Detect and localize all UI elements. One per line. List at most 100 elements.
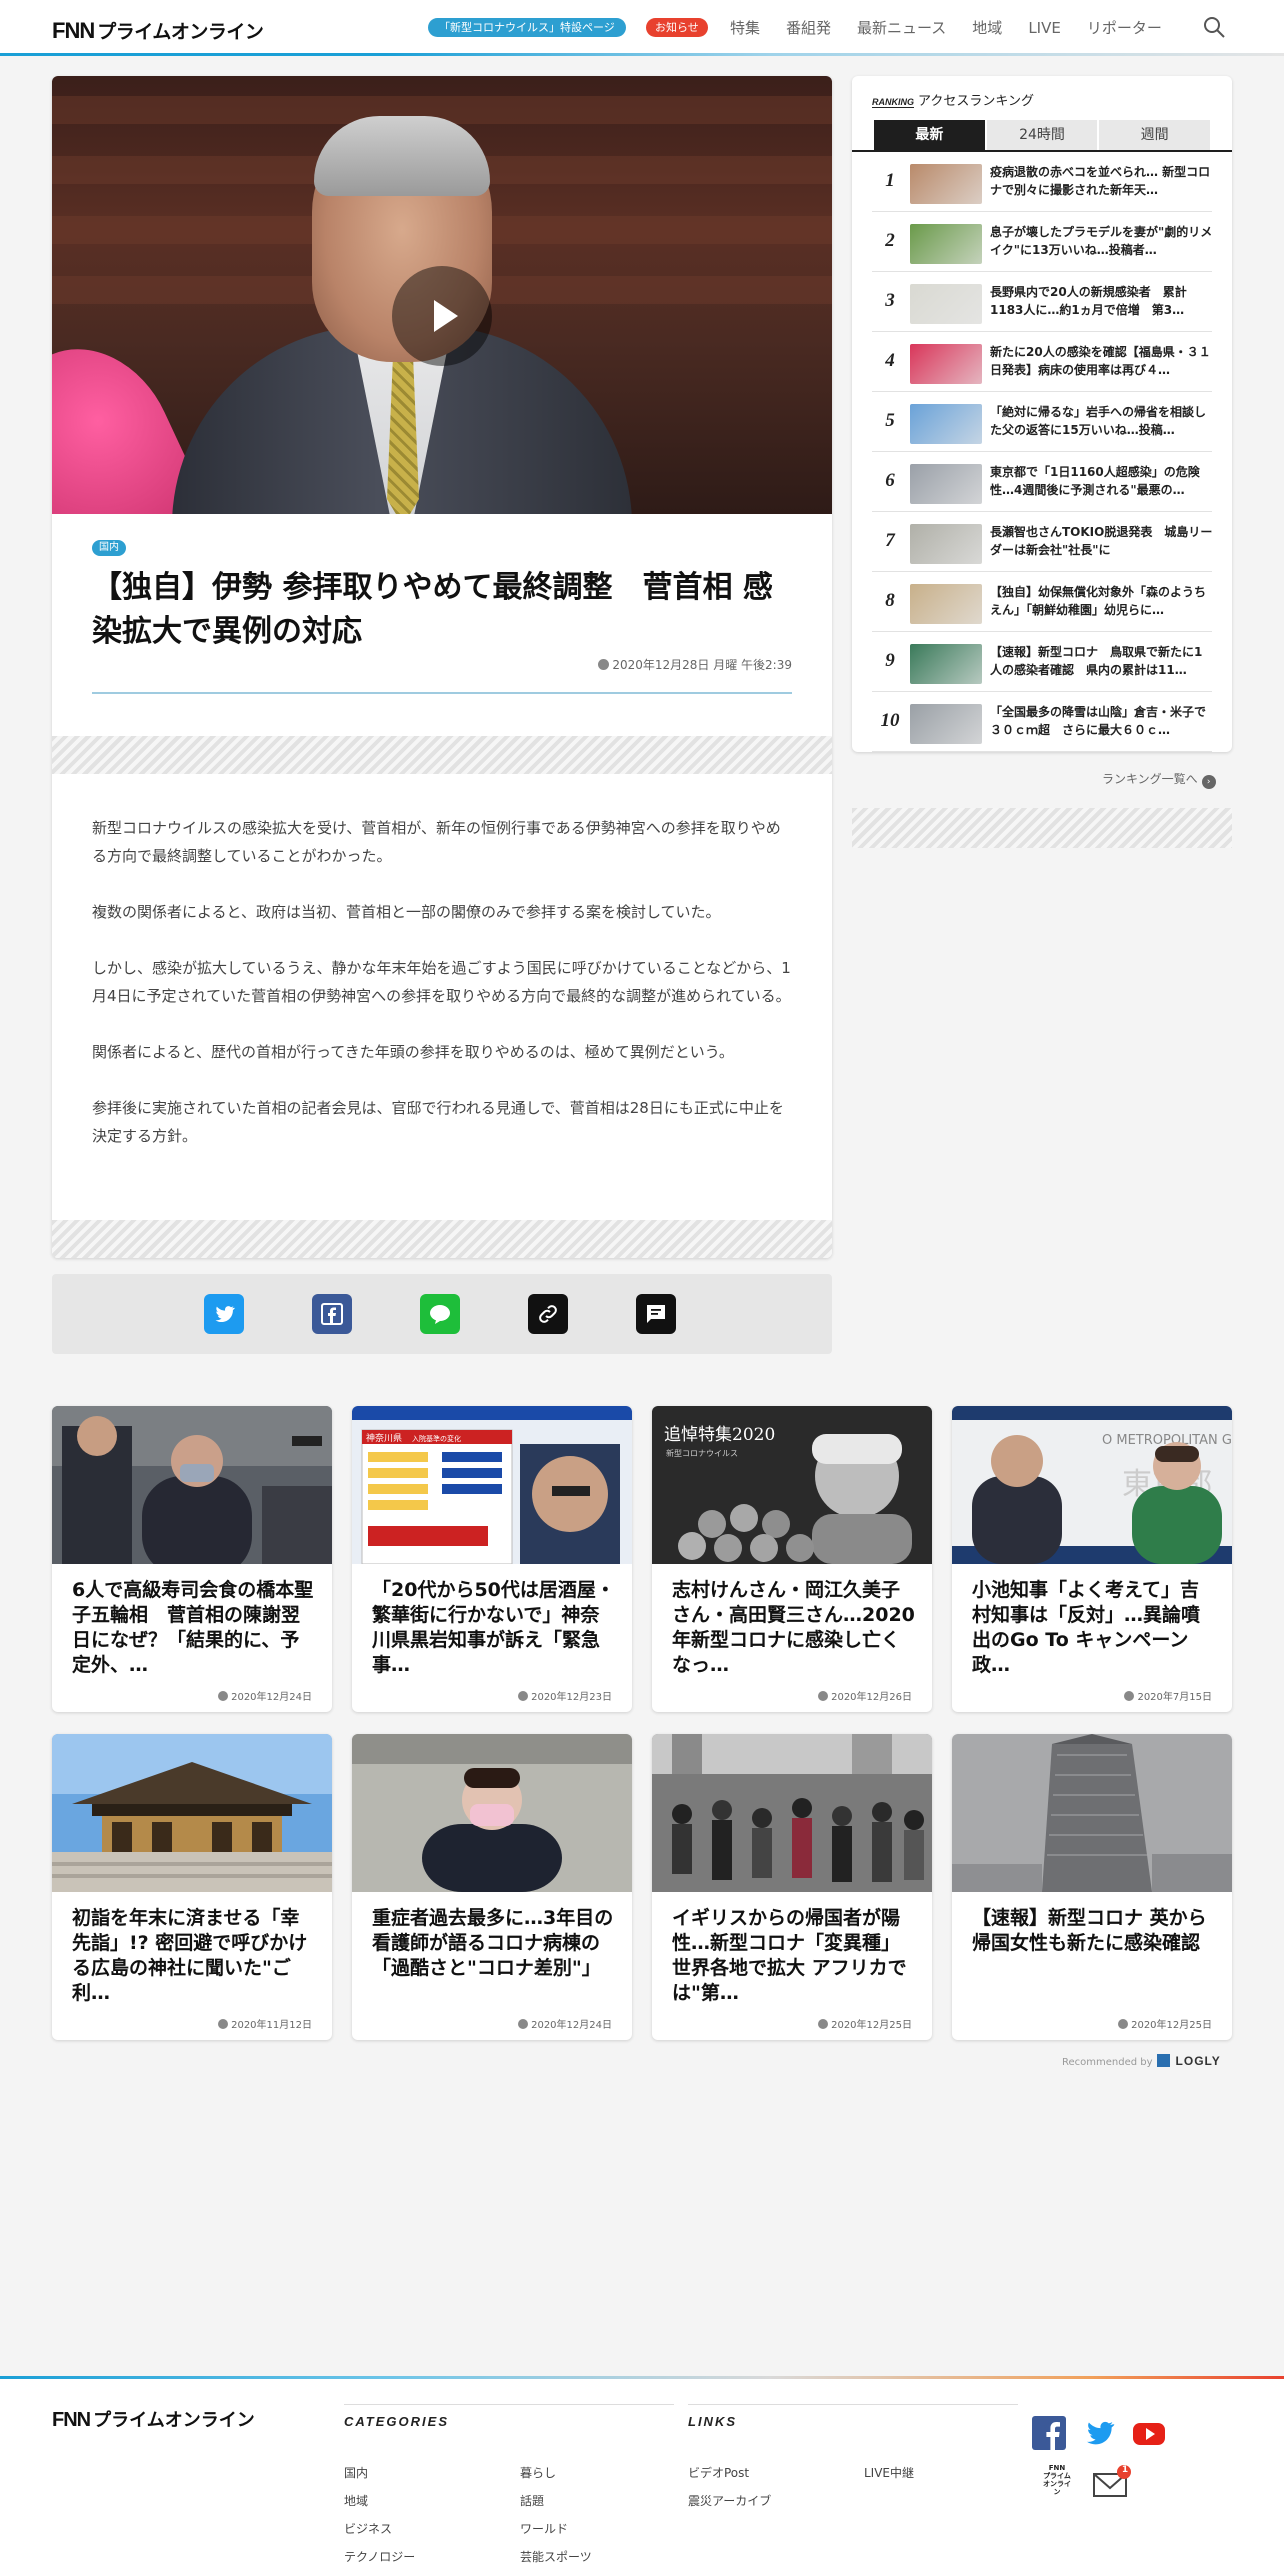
rank-thumbnail [910,164,982,204]
footer-link-live[interactable]: LIVE中継 [864,2464,914,2481]
corona-special-link[interactable]: 「新型コロナウイルス」特設ページ [428,18,626,37]
recommended-card[interactable]: イギリスからの帰国者が陽性…新型コロナ「変異種」世界各地で拡大 アフリカでは"第… [652,1734,932,2040]
categories-title: CATEGORIES [344,2414,449,2429]
notice-link[interactable]: お知らせ [646,18,708,37]
app-label-1: FNN [1048,2464,1066,2472]
links-title: LINKS [688,2414,737,2429]
rank-title: 東京都で「1日1160人超感染」の危険性…4週間後に予測される"最悪の… [990,465,1200,497]
rank-title: 「絶対に帰るな」岩手への帰省を相談した父の返答に15万いいね…投稿… [990,405,1207,437]
recommended-date: 2020年12月24日 [218,1688,312,1703]
recommended-card[interactable]: O METROPOLITAN G 東京都 小池知事「よく考えて」吉村知事は「反対… [952,1406,1232,1712]
footer-link-videopost[interactable]: ビデオPost [688,2464,749,2481]
site-logo[interactable]: FNN プライムオンライン [52,17,264,44]
rank-number: 5 [885,410,895,431]
person-hair [314,116,490,196]
nav-item-tokushu[interactable]: 特集 [730,18,760,38]
rank-thumbnail [910,704,982,744]
footer-link-disaster-archive[interactable]: 震災アーカイブ [688,2492,771,2509]
app-label-2: プライム [1043,2472,1071,2480]
recommended-by[interactable]: Recommended by LOGLY [1062,2054,1221,2068]
footer-link-domestic[interactable]: 国内 [344,2464,368,2481]
twitter-icon [215,1306,235,1322]
recommended-date: 2020年12月25日 [1118,2016,1212,2031]
category-badge[interactable]: 国内 [92,540,126,556]
line-share-button[interactable] [420,1294,460,1334]
comment-button[interactable] [636,1294,676,1334]
recommended-image [52,1734,332,1892]
footer-link-topics[interactable]: 話題 [520,2492,544,2509]
footer-link-living[interactable]: 暮らし [520,2464,556,2481]
nav-item-bangumi[interactable]: 番組発 [786,18,831,38]
footer-link-technology[interactable]: テクノロジー [344,2548,415,2565]
article-paragraph: しかし、感染が拡大しているうえ、静かな年末年始を過ごすよう国民に呼びかけているこ… [92,959,791,1005]
twitter-share-button[interactable] [204,1294,244,1334]
nav-item-reporter[interactable]: リポーター [1087,18,1162,38]
ranking-item[interactable]: 8 【独自】幼保無償化対象外「森のようちえん」「朝鮮幼稚園」幼児らに… [872,572,1212,632]
share-bar [52,1274,832,1354]
tab-weekly[interactable]: 週間 [1099,120,1211,150]
recommended-image [52,1406,332,1564]
copy-link-button[interactable] [528,1294,568,1334]
footer-logo-text: プライムオンライン [93,2410,255,2431]
recommended-title: 初詣を年末に済ませる「幸先詣」!? 密回避で呼びかける広島の神社に聞いた"ご利… [72,1907,308,2004]
stripe-divider [52,1220,832,1258]
search-icon[interactable] [1202,15,1226,39]
ranking-item[interactable]: 6 東京都で「1日1160人超感染」の危険性…4週間後に予測される"最悪の… [872,452,1212,512]
chevron-right-icon: › [1201,775,1216,789]
recommended-card[interactable]: 神奈川県 入院基準の変化 「20代から50代は居酒屋・繁華街に行かないで」神奈川… [352,1406,632,1712]
rank-thumbnail [910,404,982,444]
recommended-title: 小池知事「よく考えて」吉村知事は「反対」…異論噴出のGo To キャンペーン政… [972,1579,1201,1676]
article-video[interactable] [52,76,832,514]
fnn-app-icon[interactable]: FNN プライム オンライン [1040,2464,1074,2496]
recommended-card[interactable]: 【速報】新型コロナ 英から帰国女性も新たに感染確認 2020年12月25日 [952,1734,1232,2040]
footer-link-world[interactable]: ワールド [520,2520,568,2537]
rank-title: 長野県内で20人の新規感染者 累計1183人に…約1ヵ月で倍増 第3… [990,285,1187,317]
logly-icon [1156,2054,1170,2067]
nav-item-latest[interactable]: 最新ニュース [857,18,946,38]
ranking-item[interactable]: 9 【速報】新型コロナ 鳥取県で新たに1人の感染者確認 県内の累計は11… [872,632,1212,692]
clock-icon [818,2019,829,2029]
ranking-item[interactable]: 5 「絶対に帰るな」岩手への帰省を相談した父の返答に15万いいね…投稿… [872,392,1212,452]
rank-number: 4 [885,350,895,371]
article-title: 【独自】伊勢 参拝取りやめて最終調整 菅首相 感染拡大で異例の対応 [92,570,773,649]
clock-icon [598,659,610,670]
recommended-date-text: 2020年12月23日 [531,1692,612,1703]
card2-header-text: 神奈川県 [366,1432,402,1444]
clock-icon [518,1691,529,1701]
rank-title: 新たに20人の感染を確認【福島県・３１日発表】病床の使用率は再び４… [990,345,1211,377]
footer-link-business[interactable]: ビジネス [344,2520,392,2537]
clock-icon [518,2019,529,2029]
twitter-icon[interactable] [1082,2416,1116,2450]
footer-logo[interactable]: FNN プライムオンライン [52,2406,255,2432]
youtube-icon[interactable] [1132,2416,1166,2450]
play-icon[interactable] [392,266,492,366]
ranking-item[interactable]: 1 疫病退散の赤べコを並べられ… 新型コロナで別々に撮影された新年天… [872,152,1212,212]
recommended-card[interactable]: 重症者過去最多に…3年目の看護師が語るコロナ病棟の「過酷さと"コロナ差別"」 2… [352,1734,632,2040]
recommended-date-text: 2020年12月25日 [831,2020,912,2031]
clock-icon [1124,1691,1135,1701]
recommended-title: 「20代から50代は居酒屋・繁華街に行かないで」神奈川県黒岩知事が訴え「緊急事… [372,1579,615,1676]
tab-24h[interactable]: 24時間 [986,120,1098,150]
recommended-card[interactable]: 6人で高級寿司会食の橋本聖子五輪相 菅首相の陳謝翌日になぜ？「結果的に、予定外、… [52,1406,332,1712]
article-date: 2020年12月28日 月曜 午後2:39 [598,656,792,673]
ranking-item[interactable]: 2 息子が壊したプラモデルを妻が"劇的リメイク"に13万いいね…投稿者… [872,212,1212,272]
ranking-item[interactable]: 7 長瀬智也さんTOKIO脱退発表 城島リーダーは新会社"社長"に [872,512,1212,572]
facebook-icon[interactable] [1032,2416,1066,2450]
tab-latest[interactable]: 最新 [874,120,985,150]
recommended-card[interactable]: 追悼特集2020 新型コロナウイルス 志村けんさん・岡江久美子さん・高田賢三さん… [652,1406,932,1712]
facebook-share-button[interactable] [312,1294,352,1334]
recommended-date: 2020年7月15日 [1124,1688,1212,1703]
rank-title: 【速報】新型コロナ 鳥取県で新たに1人の感染者確認 県内の累計は11… [990,645,1203,677]
article-date-text: 2020年12月28日 月曜 午後2:39 [612,658,792,672]
footer-link-entertainment[interactable]: 芸能スポーツ [520,2548,592,2565]
nav-item-live[interactable]: LIVE [1028,18,1061,38]
ranking-item[interactable]: 3 長野県内で20人の新規感染者 累計1183人に…約1ヵ月で倍増 第3… [872,272,1212,332]
footer-link-region[interactable]: 地域 [344,2492,368,2509]
ranking-more-link[interactable]: ランキング一覧へ › [1102,770,1216,789]
nav-item-region[interactable]: 地域 [972,18,1002,38]
ranking-list: 1 疫病退散の赤べコを並べられ… 新型コロナで別々に撮影された新年天… 2 息子が壊し… [852,152,1232,752]
ranking-item[interactable]: 4 新たに20人の感染を確認【福島県・３１日発表】病床の使用率は再び４… [872,332,1212,392]
ranking-item[interactable]: 10 「全国最多の降雪は山陰」倉吉・米子で３０ｃｍ超 さらに最大６０ｃ… [872,692,1212,752]
rank-title: 「全国最多の降雪は山陰」倉吉・米子で３０ｃｍ超 さらに最大６０ｃ… [990,705,1207,737]
recommended-card[interactable]: 初詣を年末に済ませる「幸先詣」!? 密回避で呼びかける広島の神社に聞いた"ご利…… [52,1734,332,2040]
